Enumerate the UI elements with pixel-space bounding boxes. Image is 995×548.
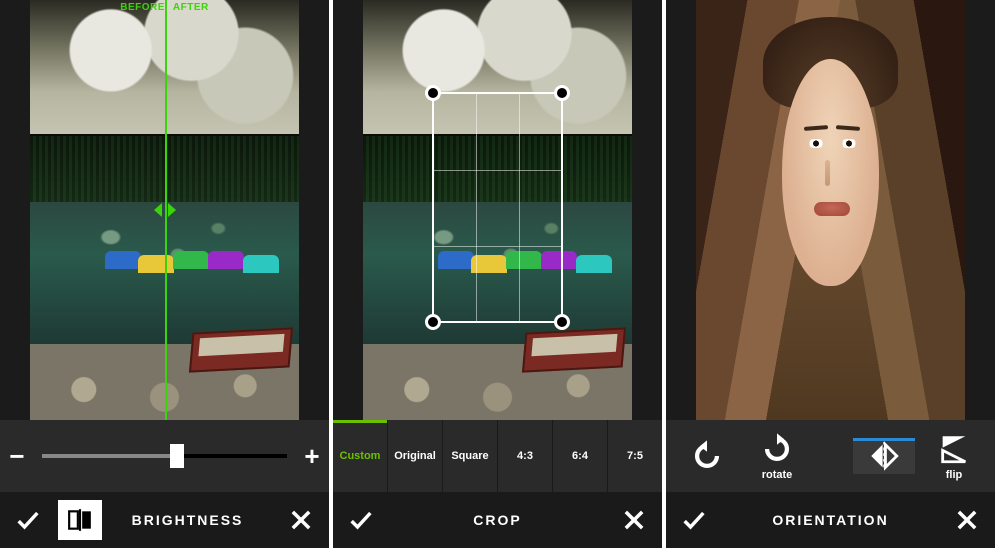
crop-ratio-original[interactable]: Original bbox=[388, 420, 443, 492]
panel-title: CROP bbox=[389, 512, 606, 528]
flip-horizontal-icon bbox=[867, 439, 901, 473]
flip-horizontal-button[interactable] bbox=[853, 438, 915, 474]
rotate-ccw-icon bbox=[690, 439, 724, 473]
slider-knob[interactable] bbox=[170, 444, 184, 468]
cancel-button[interactable] bbox=[939, 492, 995, 548]
brightness-slider[interactable] bbox=[42, 454, 287, 458]
orientation-strip: rotate flip bbox=[666, 420, 995, 492]
increase-button[interactable]: + bbox=[295, 441, 329, 472]
crop-ratio-square[interactable]: Square bbox=[443, 420, 498, 492]
panel-title: ORIENTATION bbox=[722, 512, 939, 528]
flip-label: flip bbox=[923, 469, 985, 481]
compare-toggle[interactable] bbox=[58, 500, 102, 540]
check-icon bbox=[347, 506, 375, 534]
crop-ratio-strip: CustomOriginalSquare4:36:47:5 bbox=[333, 420, 662, 492]
close-icon bbox=[287, 506, 315, 534]
photo-portrait bbox=[696, 0, 965, 420]
crop-ratio-6-4[interactable]: 6:4 bbox=[553, 420, 608, 492]
flip-vertical-icon bbox=[937, 432, 971, 466]
screen-crop: CustomOriginalSquare4:36:47:5 CROP bbox=[333, 0, 662, 548]
decrease-button[interactable]: − bbox=[0, 441, 34, 472]
bottom-bar: ORIENTATION bbox=[666, 492, 995, 548]
cancel-button[interactable] bbox=[273, 492, 329, 548]
rotate-ccw-button[interactable] bbox=[676, 438, 738, 474]
apply-button[interactable] bbox=[666, 492, 722, 548]
crop-ratio-7-5[interactable]: 7:5 bbox=[608, 420, 662, 492]
rotate-cw-button[interactable]: rotate bbox=[746, 431, 808, 481]
image-preview[interactable] bbox=[333, 0, 662, 420]
screens-row: BEFOREAFTER − + BRI bbox=[0, 0, 995, 548]
screen-orientation: rotate flip bbox=[666, 0, 995, 548]
brightness-slider-strip: − + bbox=[0, 420, 329, 492]
screen-brightness: BEFOREAFTER − + BRI bbox=[0, 0, 329, 548]
label-before: BEFORE bbox=[120, 2, 165, 13]
label-after: AFTER bbox=[173, 2, 209, 13]
crop-ratio-custom[interactable]: Custom bbox=[333, 420, 388, 492]
panel-title: BRIGHTNESS bbox=[102, 512, 273, 528]
crop-handle-bl[interactable] bbox=[425, 314, 441, 330]
close-icon bbox=[620, 506, 648, 534]
crop-ratio-4-3[interactable]: 4:3 bbox=[498, 420, 553, 492]
crop-frame[interactable] bbox=[432, 92, 564, 323]
rotate-label: rotate bbox=[746, 469, 808, 481]
bottom-bar: CROP bbox=[333, 492, 662, 548]
close-icon bbox=[953, 506, 981, 534]
flip-vertical-button[interactable]: flip bbox=[923, 431, 985, 481]
check-icon bbox=[680, 506, 708, 534]
image-preview[interactable] bbox=[666, 0, 995, 420]
image-preview[interactable]: BEFORE AFTER bbox=[0, 0, 329, 420]
crop-handle-tl[interactable] bbox=[425, 85, 441, 101]
before-after-handle[interactable] bbox=[154, 203, 176, 217]
cancel-button[interactable] bbox=[606, 492, 662, 548]
bottom-bar: BRIGHTNESS bbox=[0, 492, 329, 548]
apply-button[interactable] bbox=[0, 492, 56, 548]
apply-button[interactable] bbox=[333, 492, 389, 548]
check-icon bbox=[14, 506, 42, 534]
compare-icon bbox=[67, 507, 93, 533]
rotate-cw-icon bbox=[760, 432, 794, 466]
